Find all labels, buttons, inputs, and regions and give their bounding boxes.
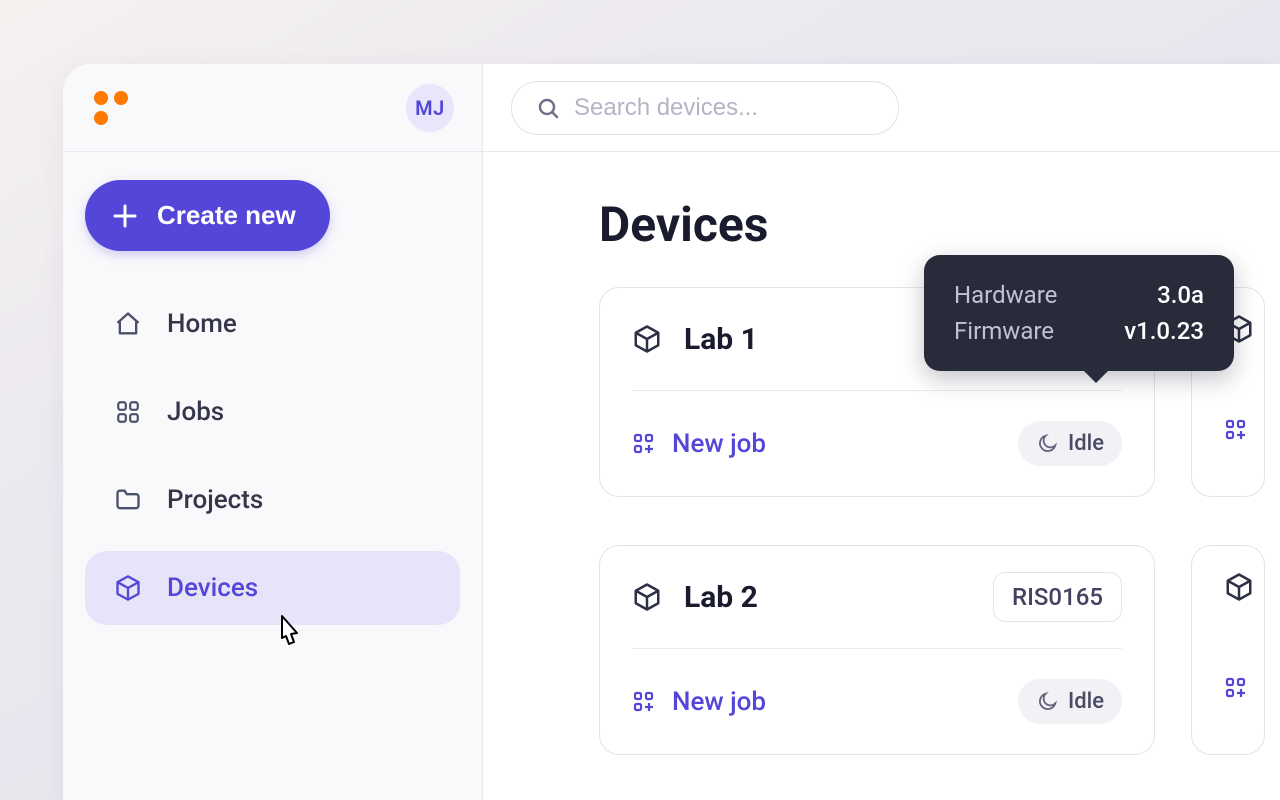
avatar-initials: MJ [415, 96, 445, 120]
moon-icon [1036, 691, 1058, 713]
sidebar-item-devices[interactable]: Devices [85, 551, 460, 625]
tooltip-label: Hardware [954, 281, 1057, 309]
tooltip-value: 3.0a [1157, 281, 1204, 309]
device-name: Lab 2 [684, 580, 758, 615]
sidebar-header: MJ [63, 64, 482, 152]
new-job-icon [1224, 676, 1248, 700]
device-card-header: Lab 2 RIS0165 [632, 572, 1122, 649]
sidebar-item-home[interactable]: Home [85, 287, 460, 361]
status-label: Idle [1068, 431, 1104, 456]
search-field[interactable] [511, 81, 899, 135]
jobs-icon [113, 397, 143, 427]
sidebar-item-label: Home [167, 309, 237, 339]
search-icon [536, 96, 560, 120]
device-id-badge[interactable]: RIS0165 [993, 572, 1122, 622]
new-job-label: New job [672, 429, 766, 459]
sidebar: MJ Create new Home [63, 64, 483, 800]
device-card [1191, 545, 1265, 755]
sidebar-item-label: Projects [167, 485, 263, 515]
sidebar-item-label: Jobs [167, 397, 224, 427]
device-info-tooltip: Hardware 3.0a Firmware v1.0.23 [924, 255, 1234, 371]
main-area: Devices Lab 1 RIS0132 [483, 64, 1280, 800]
content: Devices Lab 1 RIS0132 [483, 152, 1280, 755]
sidebar-item-projects[interactable]: Projects [85, 463, 460, 537]
sidebar-body: Create new Home Jobs [63, 152, 482, 625]
device-icon [113, 573, 143, 603]
device-icon [1224, 572, 1254, 602]
new-job-icon [1224, 418, 1248, 442]
device-name: Lab 1 [684, 322, 758, 357]
status-badge: Idle [1018, 421, 1122, 466]
search-input[interactable] [574, 94, 884, 122]
create-new-label: Create new [157, 200, 296, 231]
app-logo [91, 90, 131, 126]
tooltip-label: Firmware [954, 317, 1054, 345]
status-badge: Idle [1018, 679, 1122, 724]
tooltip-row: Hardware 3.0a [954, 277, 1204, 313]
app-window: MJ Create new Home [63, 64, 1280, 800]
new-job-label: New job [672, 687, 766, 717]
device-icon [632, 582, 662, 612]
tooltip-value: v1.0.23 [1124, 317, 1204, 345]
new-job-button[interactable]: New job [632, 687, 766, 717]
page-title: Devices [599, 196, 1280, 253]
moon-icon [1036, 433, 1058, 455]
tooltip-row: Firmware v1.0.23 [954, 313, 1204, 349]
device-icon [632, 324, 662, 354]
home-icon [113, 309, 143, 339]
sidebar-item-jobs[interactable]: Jobs [85, 375, 460, 449]
new-job-button[interactable]: New job [632, 429, 766, 459]
nav-list: Home Jobs Projects [85, 287, 460, 625]
folder-icon [113, 485, 143, 515]
new-job-icon [632, 690, 656, 714]
create-new-button[interactable]: Create new [85, 180, 330, 251]
sidebar-item-label: Devices [167, 573, 258, 603]
status-label: Idle [1068, 689, 1104, 714]
new-job-icon [632, 432, 656, 456]
device-row: Lab 2 RIS0165 New job [599, 545, 1280, 755]
device-card: Lab 2 RIS0165 New job [599, 545, 1155, 755]
main-header [483, 64, 1280, 152]
plus-icon [111, 202, 139, 230]
avatar[interactable]: MJ [406, 84, 454, 132]
